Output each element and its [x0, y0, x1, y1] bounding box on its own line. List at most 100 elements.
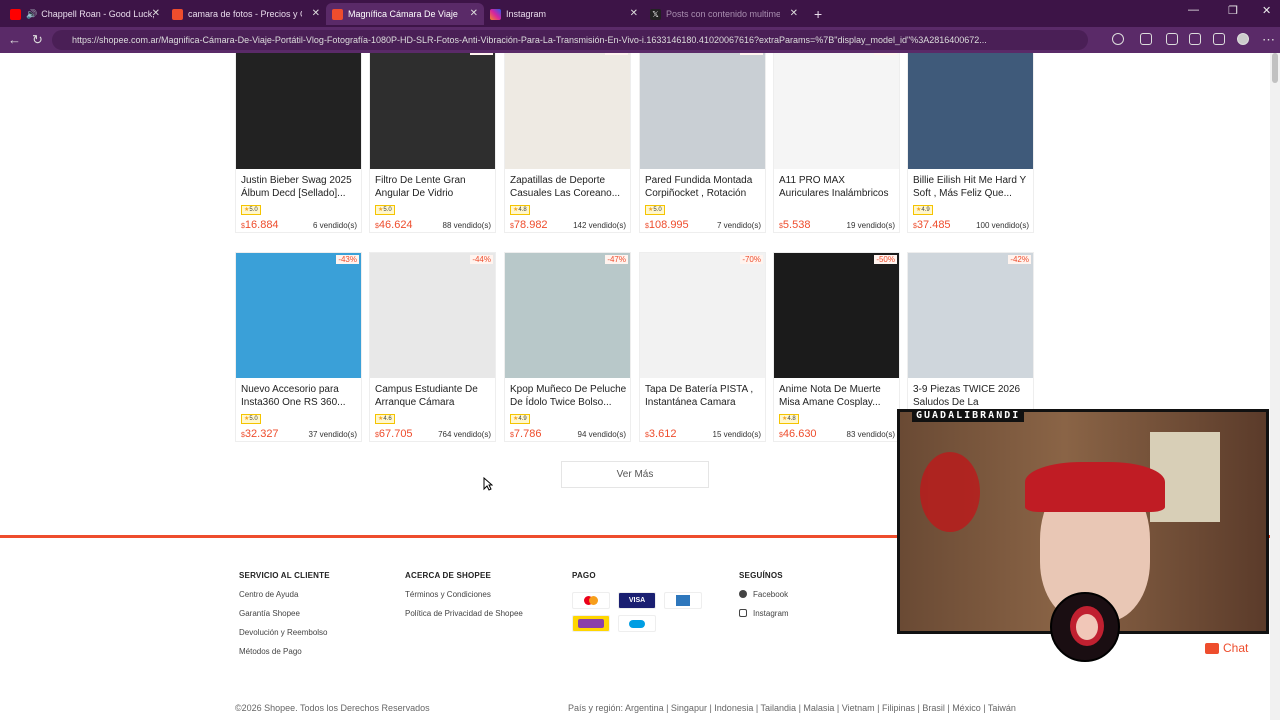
mastercard-icon — [572, 592, 610, 609]
product-name[interactable]: Tapa De Batería PISTA , Instantánea Cama… — [645, 383, 762, 409]
product-card[interactable]: -47% Kpop Muñeco De Peluche De Ídolo Twic… — [504, 252, 631, 442]
tab-camara-viaje[interactable]: Magnífica Cámara De Viaje Portát ✕ — [326, 3, 484, 25]
region-link[interactable]: Indonesia — [714, 703, 753, 713]
region-link[interactable]: México — [952, 703, 981, 713]
footer-link[interactable]: Devolución y Reembolso — [239, 628, 330, 637]
close-icon[interactable]: ✕ — [152, 8, 160, 19]
region-link[interactable]: Malasia — [803, 703, 834, 713]
facebook-link[interactable]: Facebook — [739, 590, 789, 599]
product-name[interactable]: Filtro De Lente Gran Angular De Vidrio Ó… — [375, 174, 492, 200]
product-image[interactable] — [236, 253, 361, 378]
tab-instagram[interactable]: Instagram ✕ — [484, 3, 644, 25]
reload-icon[interactable]: ↻ — [32, 32, 43, 48]
product-image[interactable] — [370, 53, 495, 169]
product-image[interactable] — [370, 253, 495, 378]
profile-avatar[interactable] — [1237, 33, 1249, 45]
region-link[interactable]: Taiwán — [988, 703, 1016, 713]
product-name[interactable]: Nuevo Accesorio para Insta360 One RS 360… — [241, 383, 358, 409]
footer-link[interactable]: Términos y Condiciones — [405, 590, 523, 599]
product-image[interactable] — [505, 253, 630, 378]
footer-link[interactable]: Política de Privacidad de Shopee — [405, 609, 523, 618]
product-name[interactable]: Justin Bieber Swag 2025 Álbum Decd [Sell… — [241, 174, 358, 200]
bandana — [1025, 462, 1165, 512]
discount-badge: -50% — [874, 255, 897, 264]
product-card[interactable]: -70% Tapa De Batería PISTA , Instantánea … — [639, 252, 766, 442]
product-name[interactable]: Billie Eilish Hit Me Hard Y Soft , Más F… — [913, 174, 1030, 200]
footer-link[interactable]: Centro de Ayuda — [239, 590, 330, 599]
favorites-icon[interactable] — [1189, 33, 1201, 45]
close-icon[interactable]: ✕ — [312, 8, 320, 19]
tab-youtube[interactable]: 🔊 Chappell Roan - Good Luck, B ✕ — [4, 3, 166, 25]
close-icon[interactable]: ✕ — [790, 8, 798, 19]
price-value: 78.982 — [513, 219, 548, 231]
discount-badge: -42% — [1008, 255, 1031, 264]
product-name[interactable]: Zapatillas de Deporte Casuales Las Corea… — [510, 174, 627, 200]
footer-link[interactable]: Garantía Shopee — [239, 609, 330, 618]
price-value: 108.995 — [648, 219, 689, 231]
new-tab-button[interactable]: + — [808, 3, 828, 25]
discount-badge: -65% — [874, 53, 897, 55]
product-image[interactable] — [236, 53, 361, 169]
shield-icon[interactable] — [1213, 33, 1225, 45]
page-scrollbar[interactable] — [1270, 53, 1280, 720]
chat-button[interactable]: Chat — [1200, 637, 1270, 659]
scrollbar-thumb[interactable] — [1272, 53, 1278, 83]
minimize-icon[interactable]: — — [1188, 4, 1199, 16]
product-card[interactable]: -65% A11 PRO MAX Auriculares Inalámbricos… — [773, 53, 900, 233]
product-image[interactable] — [505, 53, 630, 169]
product-image[interactable] — [908, 53, 1033, 169]
split-screen-icon[interactable] — [1166, 33, 1178, 45]
product-card[interactable]: -59% Zapatillas de Deporte Casuales Las C… — [504, 53, 631, 233]
rating-badge: ★5.0 — [241, 205, 261, 215]
product-card[interactable]: -44% Campus Estudiante De Arranque Cámara… — [369, 252, 496, 442]
rating-value: 4.8 — [518, 207, 527, 213]
product-image[interactable] — [774, 253, 899, 378]
more-icon[interactable]: ⋯ — [1262, 32, 1275, 48]
product-card[interactable]: Billie Eilish Hit Me Hard Y Soft , Más F… — [907, 53, 1034, 233]
product-image[interactable] — [774, 53, 899, 169]
product-card[interactable]: Justin Bieber Swag 2025 Álbum Decd [Sell… — [235, 53, 362, 233]
product-name[interactable]: Anime Nota De Muerte Misa Amane Cosplay.… — [779, 383, 896, 409]
ver-mas-button[interactable]: Ver Más — [561, 461, 709, 488]
discount-badge: -15% — [740, 53, 763, 55]
url-input[interactable]: https://shopee.com.ar/Magnifica-Cámara-D… — [52, 30, 1088, 50]
product-name[interactable]: Kpop Muñeco De Peluche De Ídolo Twice Bo… — [510, 383, 627, 409]
star-icon[interactable] — [1140, 33, 1152, 45]
region-link[interactable]: Brasil — [922, 703, 945, 713]
plus-icon: + — [814, 6, 823, 22]
chat-label: Chat — [1223, 641, 1249, 655]
tab-camara-fotos[interactable]: camara de fotos - Precios y Oferta ✕ — [166, 3, 326, 25]
price-value: 16.884 — [244, 219, 279, 231]
tab-title: Magnífica Cámara De Viaje Portát — [348, 9, 460, 19]
speaker-icon[interactable]: 🔊 — [26, 9, 37, 20]
product-name[interactable]: A11 PRO MAX Auriculares Inalámbricos Blu… — [779, 174, 896, 200]
product-name[interactable]: Campus Estudiante De Arranque Cámara Dig… — [375, 383, 492, 409]
region-link[interactable]: Tailandia — [761, 703, 797, 713]
region-link[interactable]: Filipinas — [882, 703, 915, 713]
footer-link[interactable]: Métodos de Pago — [239, 647, 330, 656]
close-icon[interactable]: ✕ — [630, 8, 638, 19]
back-icon[interactable]: ← — [8, 32, 21, 47]
product-card[interactable]: -50% Filtro De Lente Gran Angular De Vidr… — [369, 53, 496, 233]
extension-icon[interactable] — [1112, 33, 1124, 45]
product-card[interactable]: -15% Pared Fundida Montada Corpiñocket , … — [639, 53, 766, 233]
rating-value: 4.9 — [518, 416, 527, 422]
instagram-link[interactable]: Instagram — [739, 609, 789, 618]
product-card[interactable]: -43% Nuevo Accesorio para Insta360 One RS… — [235, 252, 362, 442]
product-image[interactable] — [640, 253, 765, 378]
product-image[interactable] — [908, 253, 1033, 378]
product-card[interactable]: -50% Anime Nota De Muerte Misa Amane Cosp… — [773, 252, 900, 442]
close-icon[interactable]: ✕ — [470, 8, 478, 19]
region-link[interactable]: Singapur — [671, 703, 707, 713]
rating-badge: ★4.8 — [510, 205, 530, 215]
price-value: 32.327 — [244, 428, 279, 440]
window-close-icon[interactable]: ✕ — [1262, 4, 1271, 17]
product-name[interactable]: Pared Fundida Montada Corpiñocket , Rota… — [645, 174, 762, 200]
tab-x-posts[interactable]: 𝕏 Posts con contenido multimedia d ✕ — [644, 3, 804, 25]
ver-mas-label: Ver Más — [616, 469, 654, 480]
restore-icon[interactable]: ❐ — [1228, 4, 1238, 17]
product-image[interactable] — [640, 53, 765, 169]
region-link[interactable]: Vietnam — [842, 703, 875, 713]
region-link[interactable]: Argentina — [625, 703, 664, 713]
product-name[interactable]: 3-9 Piezas TWICE 2026 Saludos De La Temp… — [913, 383, 1030, 409]
